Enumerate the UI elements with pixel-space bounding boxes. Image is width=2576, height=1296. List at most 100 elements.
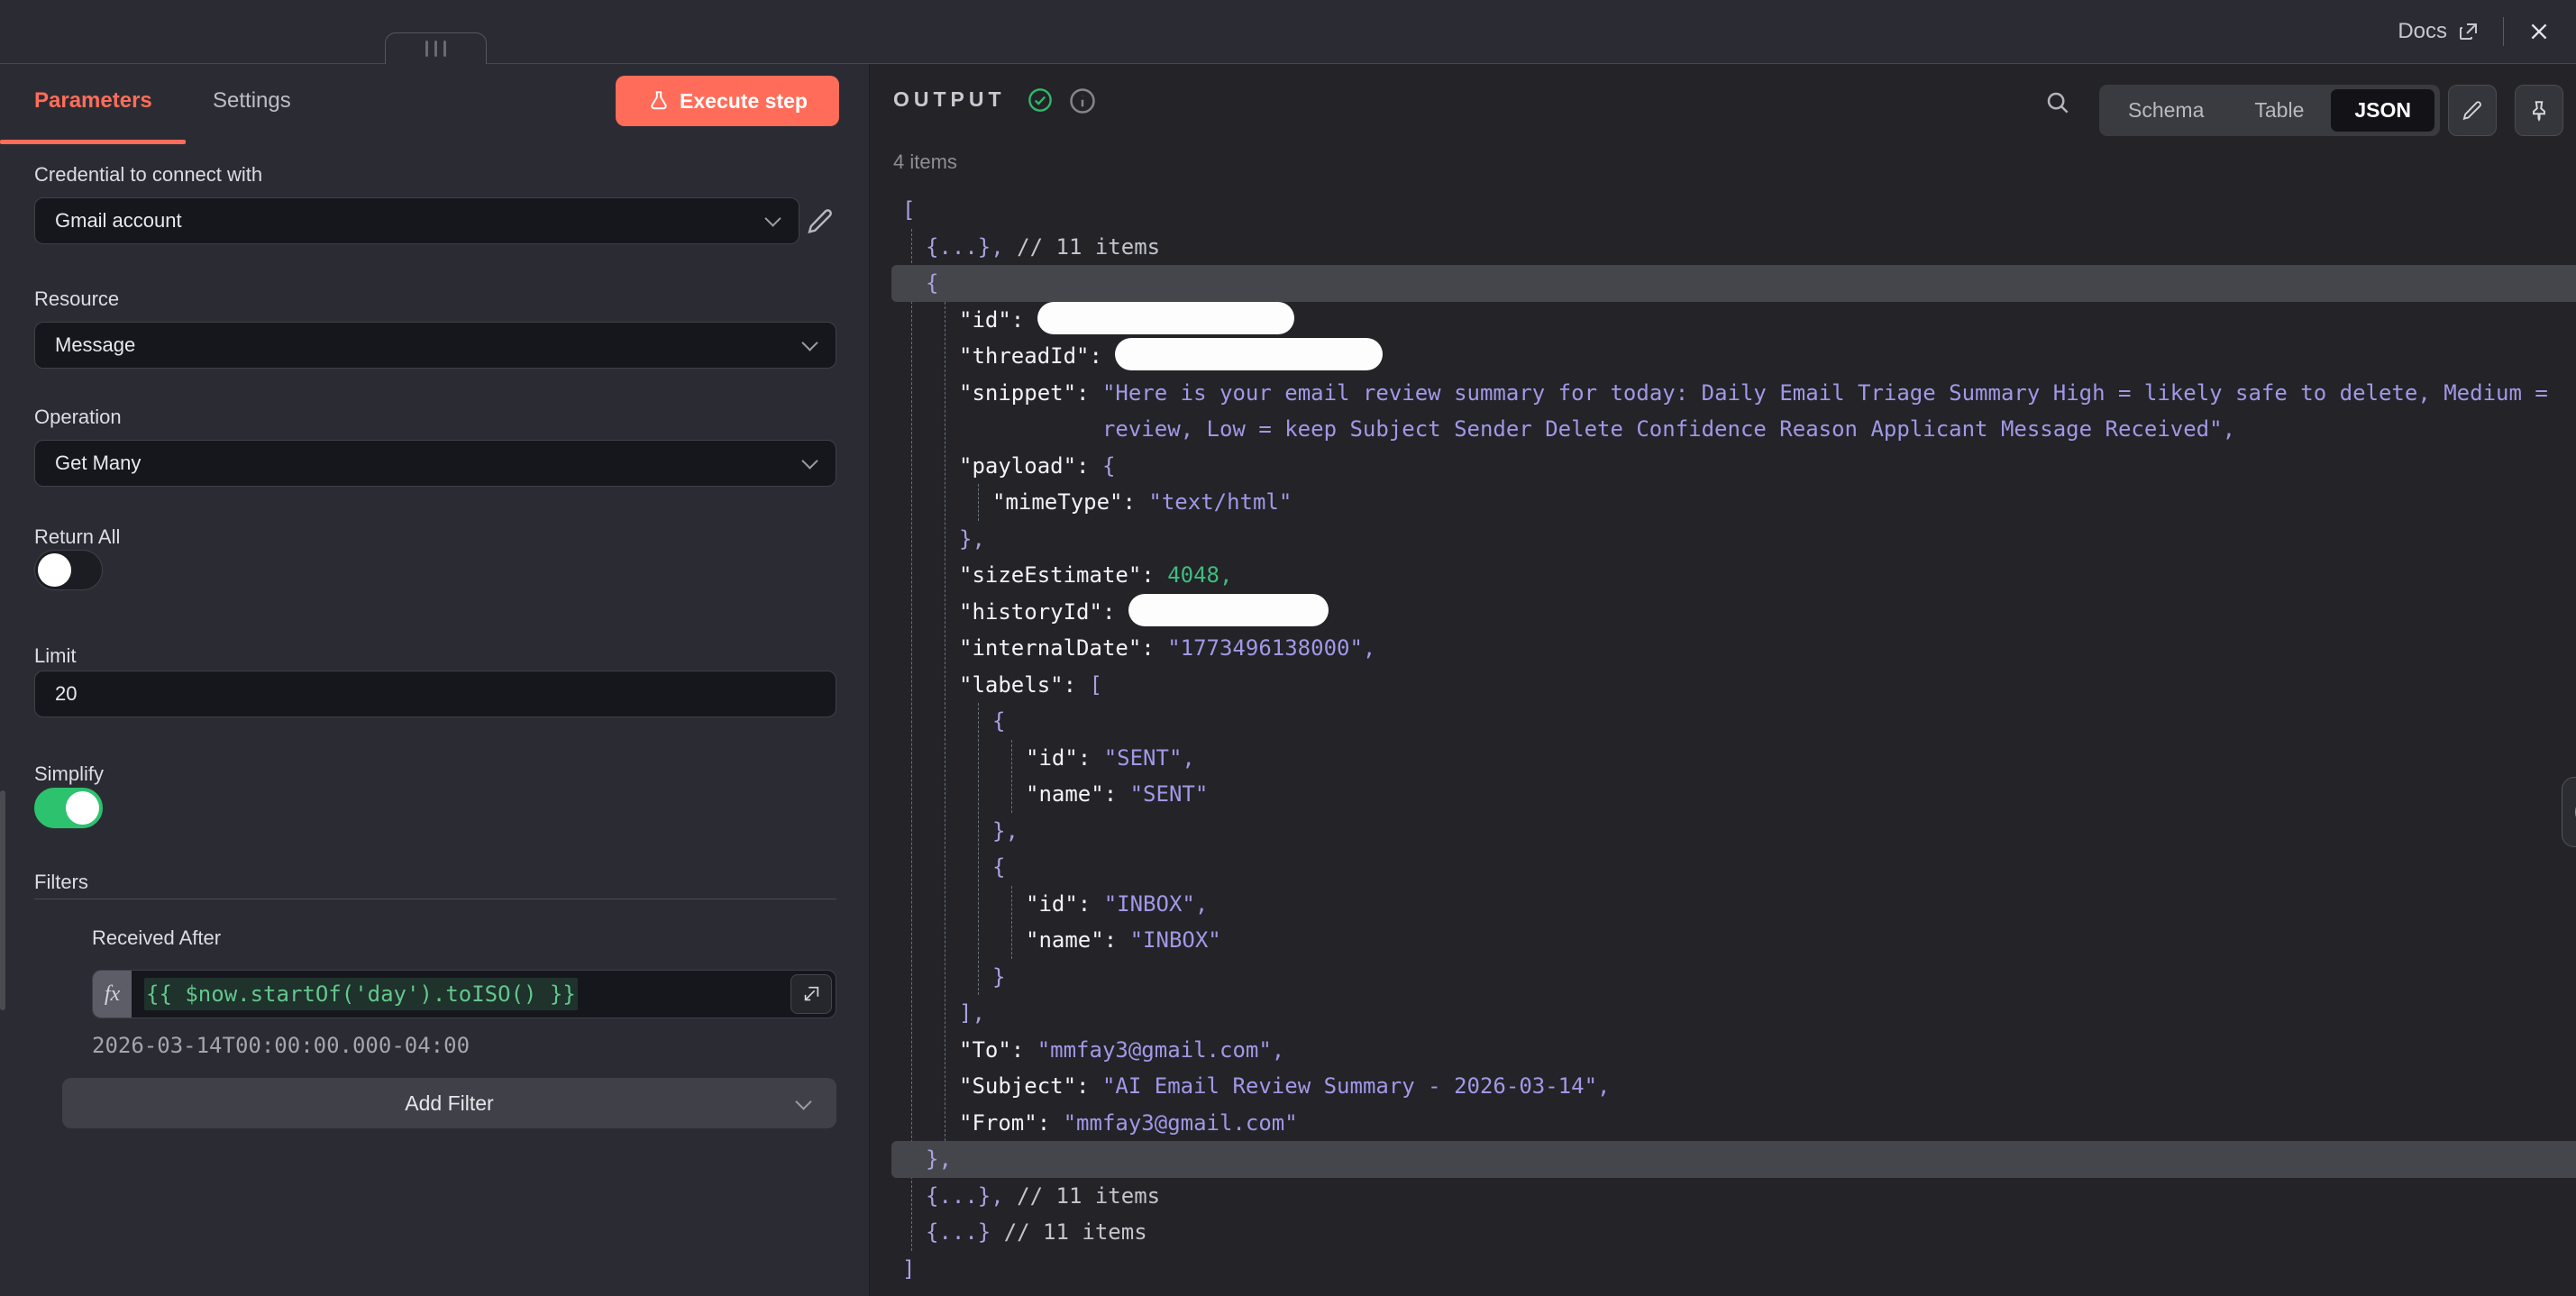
edit-output-button[interactable] <box>2448 85 2497 136</box>
top-bar: Docs <box>0 0 2576 63</box>
expression-text: {{ $now.startOf('day').toISO() }} <box>132 971 578 1018</box>
json-row[interactable]: {...} // 11 items <box>902 1214 2576 1251</box>
operation-select[interactable]: Get Many <box>34 440 836 487</box>
json-row[interactable]: "historyId": <box>902 594 2576 631</box>
docs-link[interactable]: Docs <box>2398 19 2480 44</box>
json-row[interactable]: [ <box>902 192 2576 229</box>
node-settings-panel: Execute step ParametersSettings Credenti… <box>0 64 870 1296</box>
json-token: "mmfay3@gmail.com" <box>1064 1110 1298 1136</box>
json-row[interactable]: "snippet": "Here is your email review su… <box>902 375 2576 412</box>
json-token: "internalDate": <box>959 635 1167 661</box>
panel-drag-handle[interactable] <box>385 32 487 64</box>
json-token: "sizeEstimate": <box>959 562 1167 588</box>
open-expression-editor-button[interactable] <box>790 974 832 1014</box>
json-token: [ <box>902 197 915 223</box>
add-filter-label: Add Filter <box>405 1091 493 1115</box>
json-row[interactable]: }, <box>902 1141 2576 1178</box>
json-row[interactable]: "internalDate": "1773496138000", <box>902 630 2576 667</box>
json-token: "threadId": <box>959 343 1115 369</box>
json-token: review, Low = keep Subject Sender Delete… <box>959 416 2235 442</box>
json-row[interactable]: review, Low = keep Subject Sender Delete… <box>902 411 2576 448</box>
execute-step-button[interactable]: Execute step <box>616 76 839 126</box>
tab-parameters[interactable]: Parameters <box>34 88 152 114</box>
edit-credential-icon[interactable] <box>805 206 836 237</box>
expression-resolved-value: 2026-03-14T00:00:00.000-04:00 <box>92 1033 470 1058</box>
execute-step-label: Execute step <box>680 89 808 114</box>
json-token: } <box>992 964 1005 990</box>
json-token: "name": <box>1026 781 1130 807</box>
view-tab-table[interactable]: Table <box>2231 89 2327 132</box>
redacted-value-pill <box>1037 302 1294 334</box>
json-token: ], <box>959 1000 985 1026</box>
output-title: OUTPUT <box>893 87 1006 112</box>
output-view-switcher: SchemaTableJSON <box>2099 85 2440 136</box>
json-row[interactable]: }, <box>902 521 2576 558</box>
tab-settings[interactable]: Settings <box>213 88 291 114</box>
credential-value: Gmail account <box>55 209 182 233</box>
json-token: }, <box>992 818 1019 844</box>
add-filter-button[interactable]: Add Filter <box>62 1078 836 1128</box>
json-row[interactable]: } <box>902 959 2576 996</box>
json-token: "name": <box>1026 927 1130 953</box>
view-tab-schema[interactable]: Schema <box>2105 89 2227 132</box>
json-row[interactable]: "name": "SENT" <box>902 776 2576 813</box>
json-token: "id": <box>1026 745 1104 771</box>
json-row[interactable]: "To": "mmfay3@gmail.com", <box>902 1032 2576 1069</box>
json-token: "To": <box>959 1037 1037 1063</box>
json-row[interactable]: {...}, // 11 items <box>902 229 2576 266</box>
simplify-toggle[interactable] <box>34 788 103 828</box>
json-row[interactable]: "labels": [ <box>902 667 2576 704</box>
json-token: 4048 <box>1167 562 1219 588</box>
json-token: "SENT" <box>1130 781 1209 807</box>
redacted-value-pill <box>1128 594 1329 626</box>
json-token: [ <box>1090 672 1102 698</box>
json-output-tree: [{...}, // 11 items{"id": "threadId": "s… <box>902 192 2576 1287</box>
json-row[interactable]: { <box>902 849 2576 886</box>
chevron-down-icon <box>801 452 818 469</box>
json-token: , <box>1219 562 1232 588</box>
json-row[interactable]: ], <box>902 995 2576 1032</box>
received-after-expression-field[interactable]: fx {{ $now.startOf('day').toISO() }} <box>92 970 836 1018</box>
json-token: // 11 items <box>1004 1183 1160 1209</box>
json-row[interactable]: "Subject": "AI Email Review Summary - 20… <box>902 1068 2576 1105</box>
return-all-toggle[interactable] <box>34 550 103 590</box>
json-token: ] <box>902 1256 915 1282</box>
view-tab-json[interactable]: JSON <box>2331 89 2434 132</box>
limit-input[interactable] <box>34 671 836 717</box>
json-row[interactable]: "mimeType": "text/html" <box>902 484 2576 521</box>
grip-icon <box>434 41 437 57</box>
flask-icon <box>647 89 671 113</box>
toggle-knob <box>38 553 71 587</box>
json-row[interactable]: "payload": { <box>902 448 2576 485</box>
json-token: "id": <box>1026 891 1104 917</box>
json-row[interactable]: "From": "mmfay3@gmail.com" <box>902 1105 2576 1142</box>
resource-select[interactable]: Message <box>34 322 836 369</box>
json-row[interactable]: "threadId": <box>902 338 2576 375</box>
filters-label: Filters <box>34 871 88 894</box>
json-token: "id": <box>959 307 1037 333</box>
pin-icon <box>2527 99 2551 123</box>
json-row[interactable]: "sizeEstimate": 4048, <box>902 557 2576 594</box>
resource-label: Resource <box>34 287 119 311</box>
chevron-down-icon <box>764 210 781 226</box>
close-button[interactable] <box>2527 20 2551 43</box>
chevron-down-icon <box>795 1093 811 1109</box>
pin-output-button[interactable] <box>2515 85 2563 136</box>
json-token: // 11 items <box>1004 234 1160 260</box>
info-icon[interactable] <box>1069 87 1094 113</box>
divider <box>2503 17 2504 46</box>
json-row[interactable]: {...}, // 11 items <box>902 1178 2576 1215</box>
json-row[interactable]: { <box>902 265 2576 302</box>
toggle-knob <box>66 791 99 825</box>
credential-select[interactable]: Gmail account <box>34 197 799 244</box>
json-row[interactable]: "name": "INBOX" <box>902 922 2576 959</box>
json-row[interactable]: "id": "INBOX", <box>902 886 2576 923</box>
json-row[interactable]: "id": "SENT", <box>902 740 2576 777</box>
json-row[interactable]: ] <box>902 1251 2576 1288</box>
json-row[interactable]: { <box>902 703 2576 740</box>
search-icon[interactable] <box>2044 89 2071 116</box>
json-row[interactable]: "id": <box>902 302 2576 339</box>
json-row[interactable]: }, <box>902 813 2576 850</box>
scrollbar-thumb[interactable] <box>0 790 5 1010</box>
json-token: { <box>992 708 1005 734</box>
